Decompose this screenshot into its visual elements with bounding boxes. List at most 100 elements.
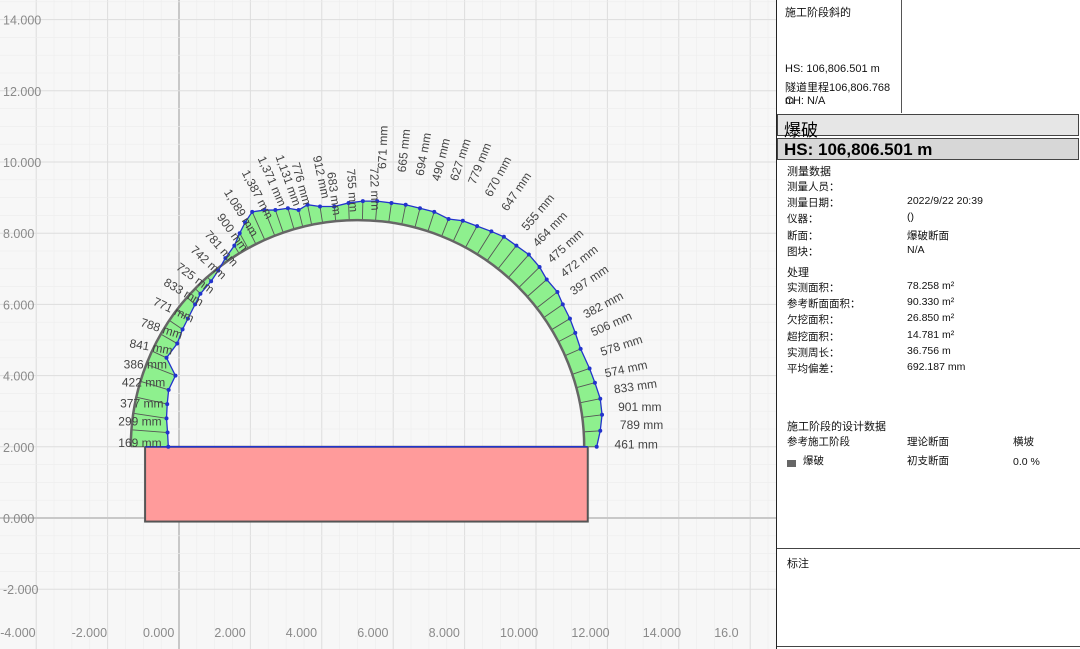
measured-point [460,218,465,223]
measure-row-value: () [907,211,914,224]
x-tick-label: 4.000 [286,626,317,640]
hs-line: HS: 106,806.501 m [785,63,880,75]
deviation-label: 386 mm [124,357,167,371]
measure-row-label: 测量人员： [787,181,840,193]
deviation-label: 789 mm [620,418,663,432]
measured-point [403,202,408,207]
process-row-value: 36.756 m [907,344,951,357]
y-tick-label: 8.000 [3,227,34,241]
measured-point [600,412,605,417]
measured-point [432,209,437,214]
ch-line: CH: N/A [785,95,826,107]
x-tick-label: 2.000 [214,626,245,640]
y-tick-label: 2.000 [3,441,34,455]
deviation-label: 461 mm [615,438,658,452]
process-row-value: 26.850 m² [907,312,955,325]
notes-divider [777,548,1080,549]
panel-bottom-border [777,646,1080,647]
measured-point [578,346,583,351]
measure-section-title: 测量数据 [787,166,831,178]
deviation-label: 665 mm [395,128,413,173]
deviation-label: 722 mm [367,167,383,211]
y-tick-label: 12.000 [3,85,41,99]
measure-row-label: 仪器： [787,213,819,226]
measured-point [514,243,519,248]
deviation-label: 422 mm [122,375,165,389]
y-tick-label: 6.000 [3,298,34,312]
process-row-label: 实测周长： [787,346,840,359]
measured-point [598,428,603,433]
process-row-value: 78.258 m² [907,280,955,292]
measured-point [594,444,599,449]
measured-point [360,199,365,204]
measured-point [285,206,290,211]
section-title-bar: 爆破 [777,114,1079,140]
measured-point [165,402,170,407]
process-row-label: 参考断面面积： [787,298,861,311]
design-header-section: 理论断面 [907,436,949,448]
measured-point [165,430,170,435]
process-row-value: 692.187 mm [907,361,966,373]
measured-point [544,277,549,282]
deviation-label: 574 mm [603,358,648,381]
x-tick-label: 6.000 [357,626,388,640]
measured-point [389,200,394,205]
y-tick-label: 14.000 [3,14,41,28]
measured-point [526,252,531,257]
deviation-label: 901 mm [618,400,661,414]
measured-point [567,316,572,321]
x-tick-label: 12.000 [571,626,609,640]
stage-label: 施工阶段斜的 [785,7,851,19]
measure-row-label: 图块： [787,245,819,258]
measured-point [417,206,422,211]
process-section-title: 处理 [787,267,809,279]
y-tick-label: 4.000 [3,370,34,384]
x-tick-label: 8.000 [429,626,460,640]
measured-point [318,204,323,209]
stage-color-swatch [787,460,796,467]
process-row-label: 实测面积： [787,282,840,294]
y-tick-label: 0.000 [3,512,34,526]
design-header-slope: 横坡 [1013,436,1034,448]
measured-point [475,224,480,229]
measured-point [592,380,597,385]
profile-chart-svg: 14.000 12.000 10.000 8.000 6.000 4.000 2.000 0.… [0,0,776,649]
x-tick-label: 10.000 [500,626,538,640]
x-tick-label: 14.000 [643,626,681,640]
deviation-label: 578 mm [599,332,645,359]
measured-point [560,302,565,307]
measured-point [173,373,178,378]
measure-row-value: N/A [907,243,925,256]
x-tick-label: -4.000 [0,626,35,640]
design-row-section: 初支断面 [907,455,949,467]
station-info: 施工阶段斜的 HS: 106,806.501 m 隧道里程106,806.768… [777,0,902,113]
measured-point [555,289,560,294]
notes-label: 标注 [787,558,809,570]
deviation-label: 299 mm [118,414,161,428]
design-row-stage: 爆破 [803,455,824,467]
measured-point [537,265,542,270]
measure-row-value: 爆破断面 [907,229,949,242]
measure-row-value: 2022/9/22 20:39 [907,195,983,208]
measured-point [446,216,451,221]
design-header-stage: 参考施工阶段 [787,436,850,448]
process-row-value: 90.330 m² [907,296,955,309]
y-tick-label: -2.000 [3,583,38,597]
x-tick-label: -2.000 [72,626,107,640]
measured-point [166,387,171,392]
measured-point [598,396,603,401]
measured-point [166,444,171,449]
deviation-label: 671 mm [375,125,391,169]
measure-row-label: 测量日期： [787,197,840,210]
measured-point [573,330,578,335]
info-panel: 施工阶段斜的 HS: 106,806.501 m 隧道里程106,806.768… [776,0,1080,649]
deviation-label: 169 mm [118,436,161,450]
process-row-value: 14.781 m² [907,328,955,341]
measured-point [489,229,494,234]
measure-row-label: 断面： [787,229,819,242]
process-row-label: 欠挖面积： [787,314,840,327]
profile-chart: 14.000 12.000 10.000 8.000 6.000 4.000 2.000 0.… [0,0,776,649]
x-tick-label: 16.0 [714,626,738,640]
measured-point [296,208,301,213]
measured-point [501,234,506,239]
